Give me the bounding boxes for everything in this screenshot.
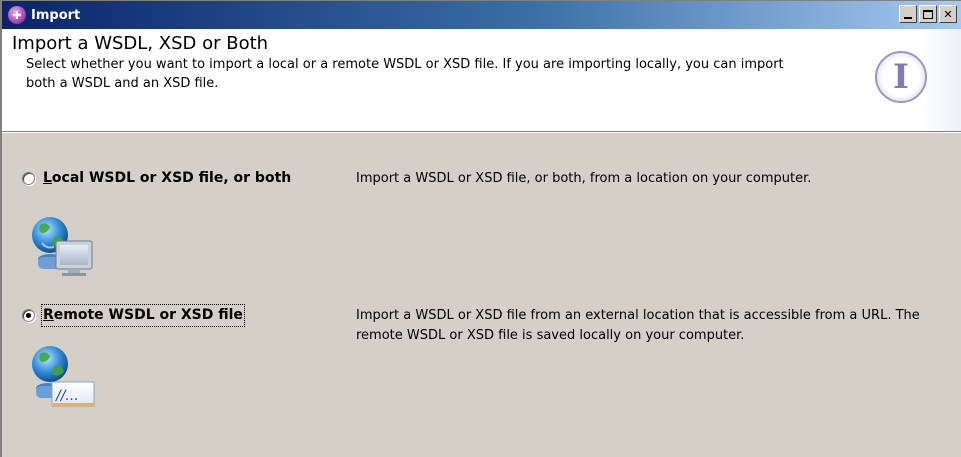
title-bar[interactable]: ✚ Import ✕ (2, 1, 961, 29)
local-computer-globe-icon (32, 217, 93, 276)
close-button[interactable]: ✕ (939, 5, 957, 23)
header-divider-highlight (2, 132, 961, 133)
import-wizard-icon: ✚ (8, 6, 26, 24)
wizard-header: Import a WSDL, XSD or Both Select whethe… (2, 29, 961, 131)
remote-option-description: Import a WSDL or XSD file from an extern… (356, 308, 920, 343)
page-title: Import a WSDL, XSD or Both (12, 33, 269, 54)
remote-radio-row[interactable]: Remote WSDL or XSD file (22, 304, 245, 327)
remote-radio-button[interactable] (22, 309, 35, 322)
maximize-button[interactable] (919, 5, 937, 23)
header-decoration (921, 29, 961, 131)
minimize-icon (904, 17, 912, 19)
remote-option-label[interactable]: Remote WSDL or XSD file (41, 304, 245, 327)
local-label-mnemonic: L (43, 170, 52, 186)
close-icon: ✕ (943, 7, 953, 21)
local-radio-button[interactable] (22, 172, 35, 185)
window-title: Import (31, 7, 81, 23)
maximize-icon (923, 9, 933, 19)
local-radio-row[interactable]: Local WSDL or XSD file, or both (22, 169, 291, 188)
remote-label-mnemonic: R (43, 307, 54, 323)
url-badge-text: //... (54, 388, 79, 404)
local-option-description: Import a WSDL or XSD file, or both, from… (356, 171, 812, 186)
wizard-logo-icon: I (875, 51, 927, 103)
remote-label-text: emote WSDL or XSD file (53, 307, 243, 323)
remote-url-globe-icon: //... (32, 346, 95, 407)
local-option-label[interactable]: Local WSDL or XSD file, or both (43, 169, 291, 188)
wizard-logo-letter: I (893, 57, 909, 97)
import-dialog: ✚ Import ✕ Import a WSDL, XSD or Both Se… (0, 0, 961, 457)
page-description: Select whether you want to import a loca… (26, 57, 784, 91)
local-label-text: ocal WSDL or XSD file, or both (51, 170, 292, 186)
window-controls: ✕ (899, 5, 957, 23)
minimize-button[interactable] (899, 5, 917, 23)
